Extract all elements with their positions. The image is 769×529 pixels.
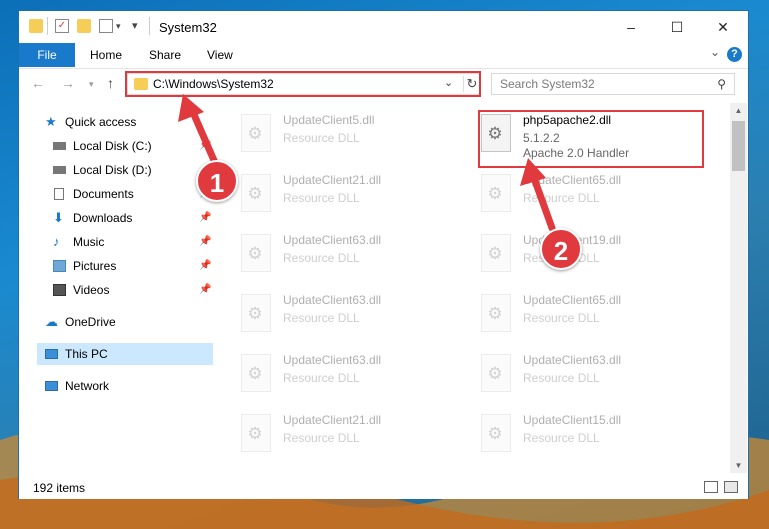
- step-1-badge: 1: [196, 160, 238, 202]
- step-2-badge: 2: [540, 228, 582, 270]
- arrow-1: [178, 94, 220, 169]
- arrow-2: [520, 158, 556, 232]
- annotation-arrows: [178, 94, 556, 232]
